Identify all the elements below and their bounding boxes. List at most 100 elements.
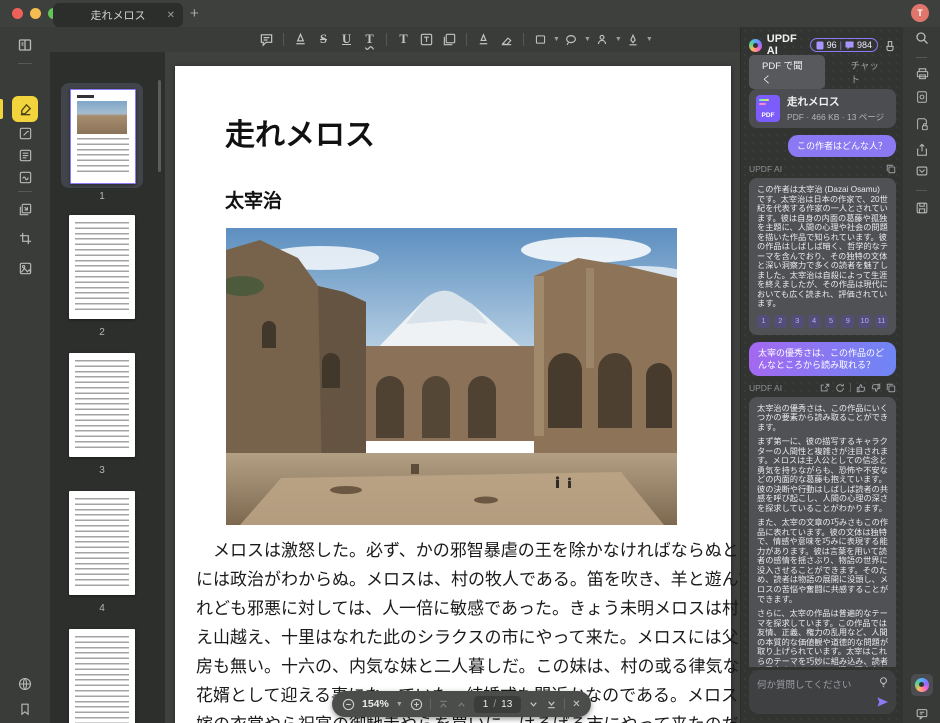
add-text-icon[interactable]: T bbox=[394, 30, 413, 49]
inbox-icon[interactable] bbox=[911, 160, 933, 182]
page-chip[interactable]: 4 bbox=[808, 315, 821, 328]
minimize-window-button[interactable] bbox=[30, 8, 41, 19]
zoom-out-button[interactable] bbox=[342, 698, 355, 711]
tab-chat[interactable]: チャット bbox=[843, 55, 896, 89]
save-icon[interactable] bbox=[911, 197, 933, 219]
updf-ai-sidebar-icon[interactable] bbox=[911, 674, 933, 696]
next-page-button[interactable] bbox=[528, 699, 539, 710]
highlight-icon[interactable] bbox=[291, 30, 310, 49]
page-navigation-toolbar: 154% ▼ 1 / 13 ✕ bbox=[332, 691, 591, 717]
protect-pdf-icon[interactable] bbox=[911, 113, 933, 135]
page-chip[interactable]: 11 bbox=[875, 315, 888, 328]
comment-icon[interactable] bbox=[257, 30, 276, 49]
first-page-button[interactable] bbox=[438, 699, 449, 710]
total-pages: 13 bbox=[501, 699, 512, 710]
active-tool-indicator bbox=[0, 99, 3, 119]
current-page[interactable]: 1 bbox=[483, 699, 489, 710]
clear-chat-icon[interactable] bbox=[884, 39, 896, 52]
page-chip[interactable]: 3 bbox=[791, 315, 804, 328]
copy-icon[interactable] bbox=[886, 383, 896, 393]
search-icon[interactable] bbox=[911, 27, 933, 49]
document-title: 走れメロス bbox=[225, 110, 375, 154]
user-message-bubble: 太宰の優秀さは、この作品のどんなところから読み取れる？ bbox=[749, 342, 896, 376]
previous-page-button[interactable] bbox=[456, 699, 467, 710]
stamp-dropdown-caret[interactable]: ▼ bbox=[615, 36, 622, 43]
page-chip[interactable]: 5 bbox=[825, 315, 838, 328]
updf-ai-panel: UPDF AI 96 | 984 PDF で聞く チャット PDF 走れメロス bbox=[740, 27, 905, 723]
organize-pages-icon[interactable] bbox=[12, 196, 38, 222]
tab-close-icon[interactable]: ✕ bbox=[167, 10, 175, 21]
page-chip[interactable]: 1 bbox=[757, 315, 770, 328]
zoom-level[interactable]: 154% bbox=[362, 698, 389, 710]
page-thumbnail[interactable] bbox=[69, 215, 135, 319]
chat-sidebar-icon[interactable] bbox=[911, 703, 933, 723]
shapes-tool-icon[interactable] bbox=[531, 30, 550, 49]
prompt-ideas-icon[interactable] bbox=[878, 676, 889, 688]
copy-icon[interactable] bbox=[886, 164, 896, 174]
close-window-button[interactable] bbox=[12, 8, 23, 19]
regenerate-icon[interactable] bbox=[835, 383, 845, 393]
export-answer-icon[interactable] bbox=[820, 383, 830, 393]
shapes-dropdown-caret[interactable]: ▼ bbox=[553, 36, 560, 43]
signature-tool-icon[interactable] bbox=[624, 30, 643, 49]
left-tool-rail bbox=[0, 27, 50, 723]
thumbnail-scrollbar[interactable] bbox=[158, 80, 161, 172]
ai-question-input[interactable] bbox=[749, 670, 896, 714]
document-viewport[interactable]: 走れメロス 太宰治 bbox=[165, 52, 740, 723]
user-avatar[interactable]: T bbox=[911, 4, 929, 22]
sign-document-icon[interactable] bbox=[12, 164, 38, 190]
thumbnail-page-number: 2 bbox=[69, 327, 135, 338]
page-number-box[interactable]: 1 / 13 bbox=[474, 696, 521, 713]
pdf-file-icon: PDF bbox=[756, 95, 780, 122]
underline-icon[interactable]: U bbox=[337, 30, 356, 49]
signature-dropdown-caret[interactable]: ▼ bbox=[646, 36, 653, 43]
document-settings-icon[interactable] bbox=[911, 86, 933, 108]
ai-answer-header: UPDF AI bbox=[749, 383, 896, 393]
lasso-dropdown-caret[interactable]: ▼ bbox=[584, 36, 591, 43]
page-thumbnail[interactable] bbox=[69, 629, 135, 723]
ai-input-box[interactable] bbox=[749, 670, 896, 714]
page-chip[interactable]: 10 bbox=[858, 315, 871, 328]
text-box-icon[interactable] bbox=[417, 30, 436, 49]
zoom-dropdown-caret[interactable]: ▼ bbox=[396, 701, 403, 708]
ai-answer-card: 太宰治の優秀さは、この作品にいくつかの要素から読み取ることができます。 まず第一… bbox=[749, 397, 896, 667]
last-page-button[interactable] bbox=[546, 699, 557, 710]
ai-answer-card: この作者は太宰治 (Dazai Osamu) です。太宰治は日本の作家で、20世… bbox=[749, 178, 896, 335]
credits-badge[interactable]: 96 | 984 bbox=[810, 38, 878, 52]
file-name: 走れメロス bbox=[787, 94, 884, 109]
document-tab[interactable]: 走れメロス ✕ bbox=[53, 3, 183, 27]
right-tool-rail bbox=[903, 27, 940, 723]
tab-ask-pdf[interactable]: PDF で聞く bbox=[749, 55, 825, 89]
lasso-tool-icon[interactable] bbox=[562, 30, 581, 49]
squiggly-underline-icon[interactable]: T bbox=[360, 30, 379, 49]
stamp-tool-icon[interactable] bbox=[593, 30, 612, 49]
page-chip[interactable]: 9 bbox=[841, 315, 854, 328]
page-chip[interactable]: 2 bbox=[774, 315, 787, 328]
ai-brand-name: UPDF AI bbox=[767, 33, 810, 57]
user-message-bubble: この作者はどんな人？ bbox=[788, 135, 896, 157]
page-thumbnail[interactable] bbox=[70, 89, 136, 184]
document-figure-image bbox=[226, 228, 677, 525]
app-window: 走れメロス ✕ + T S U T T ▼ ▼ ▼ ▼ bbox=[0, 0, 940, 723]
eraser-icon[interactable] bbox=[497, 30, 516, 49]
language-globe-icon[interactable] bbox=[12, 671, 38, 697]
thumbs-down-icon[interactable] bbox=[871, 383, 881, 393]
send-icon[interactable] bbox=[876, 696, 889, 708]
annotate-tool-icon[interactable] bbox=[12, 96, 38, 122]
file-card[interactable]: PDF 走れメロス PDF · 466 KB · 13 ページ bbox=[749, 89, 896, 128]
zoom-in-button[interactable] bbox=[410, 698, 423, 711]
pencil-icon[interactable] bbox=[474, 30, 493, 49]
share-icon[interactable] bbox=[911, 139, 933, 161]
thumbs-up-icon[interactable] bbox=[856, 383, 866, 393]
page-thumbnail[interactable] bbox=[69, 491, 135, 595]
page-thumbnail[interactable] bbox=[69, 353, 135, 457]
crop-pages-icon[interactable] bbox=[12, 225, 38, 251]
reader-mode-icon[interactable] bbox=[12, 32, 38, 58]
strikethrough-icon[interactable]: S bbox=[314, 30, 333, 49]
ocr-icon[interactable] bbox=[911, 62, 933, 84]
export-image-icon[interactable] bbox=[12, 255, 38, 281]
close-toolbar-button[interactable]: ✕ bbox=[572, 699, 580, 710]
sticky-note-icon[interactable] bbox=[440, 30, 459, 49]
bookmark-icon[interactable] bbox=[12, 696, 38, 722]
new-tab-button[interactable]: + bbox=[190, 5, 199, 23]
